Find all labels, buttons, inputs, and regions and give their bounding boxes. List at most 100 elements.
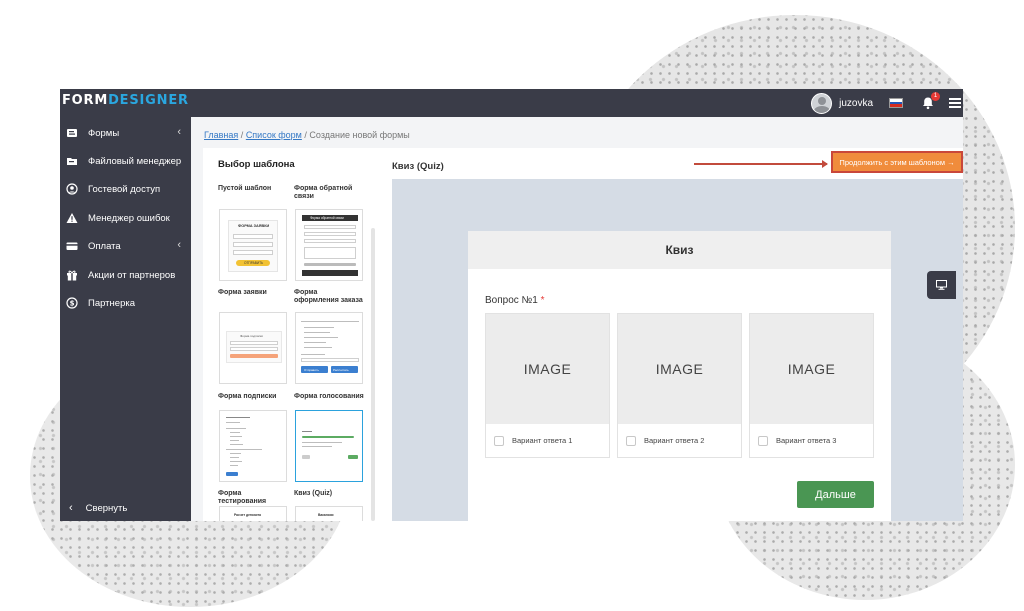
breadcrumb-home-link[interactable]: Главная	[204, 130, 238, 140]
mini-line	[226, 422, 240, 423]
avatar[interactable]	[811, 92, 833, 114]
mini-field	[304, 232, 356, 236]
sidebar-item-partner-promos[interactable]: Акции от партнеров	[60, 265, 191, 285]
sidebar-item-file-manager[interactable]: Файловый менеджер	[60, 151, 191, 171]
logo-part-1: FORM	[62, 93, 109, 108]
template-thumb-request[interactable]: Форма подписки	[219, 312, 287, 384]
credit-card-icon	[66, 240, 78, 252]
mini-line	[302, 431, 312, 432]
mini-line	[304, 342, 326, 343]
forms-icon	[66, 127, 78, 139]
content-panel: Выбор шаблона Пустой шаблон Форма обратн…	[203, 148, 963, 521]
template-preview: Квиз Вопрос №1 * IMAGE Вариант ответа 1	[392, 179, 963, 521]
breadcrumb-separator: /	[304, 130, 307, 140]
mini-field	[230, 341, 278, 345]
mini-send-label: Отправить	[304, 367, 319, 372]
sidebar-item-label: Партнерка	[88, 297, 135, 309]
svg-text:$: $	[70, 300, 75, 308]
chevron-left-icon: ‹	[177, 239, 181, 251]
sidebar-item-error-manager[interactable]: Менеджер ошибок	[60, 208, 191, 228]
language-flag-icon[interactable]	[889, 98, 903, 108]
mini-line	[230, 440, 239, 441]
mini-textarea	[304, 247, 356, 259]
template-thumb-test[interactable]: Расчет депозита	[219, 506, 287, 521]
required-mark: *	[540, 295, 545, 306]
quiz-card: Квиз Вопрос №1 * IMAGE Вариант ответа 1	[468, 231, 891, 521]
option-image-placeholder: IMAGE	[618, 314, 741, 424]
option-label: Вариант ответа 1	[512, 436, 573, 445]
template-thumb-feedback[interactable]: Форма обратной связи	[295, 209, 363, 281]
warning-icon	[66, 212, 78, 224]
template-list-scrollbar[interactable]	[371, 228, 375, 521]
device-preview-toggle[interactable]	[927, 271, 956, 299]
mini-form-title: Расчет депозита	[234, 513, 261, 517]
sidebar-item-label: Формы	[88, 127, 120, 139]
mini-line	[230, 465, 238, 466]
mini-line	[230, 453, 241, 454]
option-footer: Вариант ответа 1	[486, 424, 609, 457]
file-manager-icon	[66, 155, 78, 167]
sidebar-item-affiliate[interactable]: $ Партнерка	[60, 293, 191, 313]
sidebar-item-forms[interactable]: Формы ‹	[60, 123, 191, 143]
mini-line	[230, 444, 243, 445]
template-label: Пустой шаблон	[218, 185, 272, 192]
collapse-sidebar-button[interactable]: ‹ Свернуть	[60, 499, 191, 517]
sidebar-item-label: Гостевой доступ	[88, 183, 161, 195]
answer-option[interactable]: IMAGE Вариант ответа 1	[485, 313, 610, 458]
breadcrumb: Главная / Список форм / Создание новой ф…	[204, 130, 410, 140]
question-text: Вопрос №1	[485, 295, 538, 306]
logo[interactable]: FORMDESIGNER	[62, 93, 189, 108]
top-bar-right: juzovka 1	[811, 89, 963, 117]
mini-line	[230, 432, 240, 433]
template-thumb-order[interactable]: Отправить Рассчитать	[295, 312, 363, 384]
sidebar-item-payment[interactable]: Оплата ‹	[60, 236, 191, 256]
sidebar-item-guest-access[interactable]: Гостевой доступ	[60, 179, 191, 199]
option-checkbox[interactable]	[758, 435, 768, 446]
dollar-icon: $	[66, 297, 78, 309]
mini-next-button	[348, 455, 358, 459]
option-image-placeholder: IMAGE	[750, 314, 873, 424]
breadcrumb-forms-list-link[interactable]: Список форм	[246, 130, 302, 140]
sidebar: Формы ‹ Файловый менеджер Гостевой досту…	[60, 117, 191, 521]
answer-option[interactable]: IMAGE Вариант ответа 2	[617, 313, 742, 458]
mini-back-button	[302, 455, 310, 459]
mini-line	[230, 436, 242, 437]
template-thumb-quiz[interactable]: Вакансии	[295, 506, 363, 521]
mini-line	[230, 461, 242, 462]
template-thumb-voting[interactable]	[295, 410, 363, 482]
template-panel-title: Выбор шаблона	[218, 159, 295, 170]
next-button[interactable]: Дальше	[797, 481, 874, 508]
sidebar-item-label: Файловый менеджер	[88, 155, 182, 167]
question-label: Вопрос №1 *	[485, 295, 545, 306]
main-area: Главная / Список форм / Создание новой ф…	[191, 117, 963, 521]
arrow-pointer-icon	[694, 160, 828, 168]
mini-field	[304, 239, 356, 243]
mini-line	[302, 446, 332, 447]
mini-field	[233, 250, 273, 255]
mini-submit-button	[226, 472, 238, 476]
template-thumb-blank[interactable]: ФОРМА ЗАЯВКИ ОТПРАВИТЬ	[219, 209, 287, 281]
mini-footer	[302, 270, 358, 276]
template-thumb-subscription[interactable]	[219, 410, 287, 482]
sidebar-item-label: Менеджер ошибок	[88, 212, 170, 224]
mini-line	[304, 347, 332, 348]
guest-access-icon	[66, 183, 78, 195]
mini-progress	[302, 436, 354, 438]
sidebar-item-label: Акции от партнеров	[88, 269, 176, 281]
answer-option[interactable]: IMAGE Вариант ответа 3	[749, 313, 874, 458]
template-label: Форма оформления заказа	[294, 289, 363, 304]
mini-form-title: Форма подписки	[240, 334, 263, 338]
mini-line	[302, 442, 342, 443]
mini-calc-label: Рассчитать	[333, 367, 349, 372]
option-checkbox[interactable]	[494, 435, 504, 446]
username[interactable]: juzovka	[839, 98, 873, 109]
hamburger-menu-icon[interactable]	[949, 97, 961, 109]
notifications-button[interactable]: 1	[921, 92, 940, 110]
option-label: Вариант ответа 3	[776, 436, 837, 445]
continue-with-template-button[interactable]: Продолжить с этим шаблоном →	[831, 151, 963, 173]
breadcrumb-separator: /	[240, 130, 244, 140]
mini-field	[301, 358, 359, 362]
option-checkbox[interactable]	[626, 435, 636, 446]
template-panel: Выбор шаблона Пустой шаблон Форма обратн…	[203, 148, 380, 521]
template-label: Форма заявки	[218, 289, 267, 296]
